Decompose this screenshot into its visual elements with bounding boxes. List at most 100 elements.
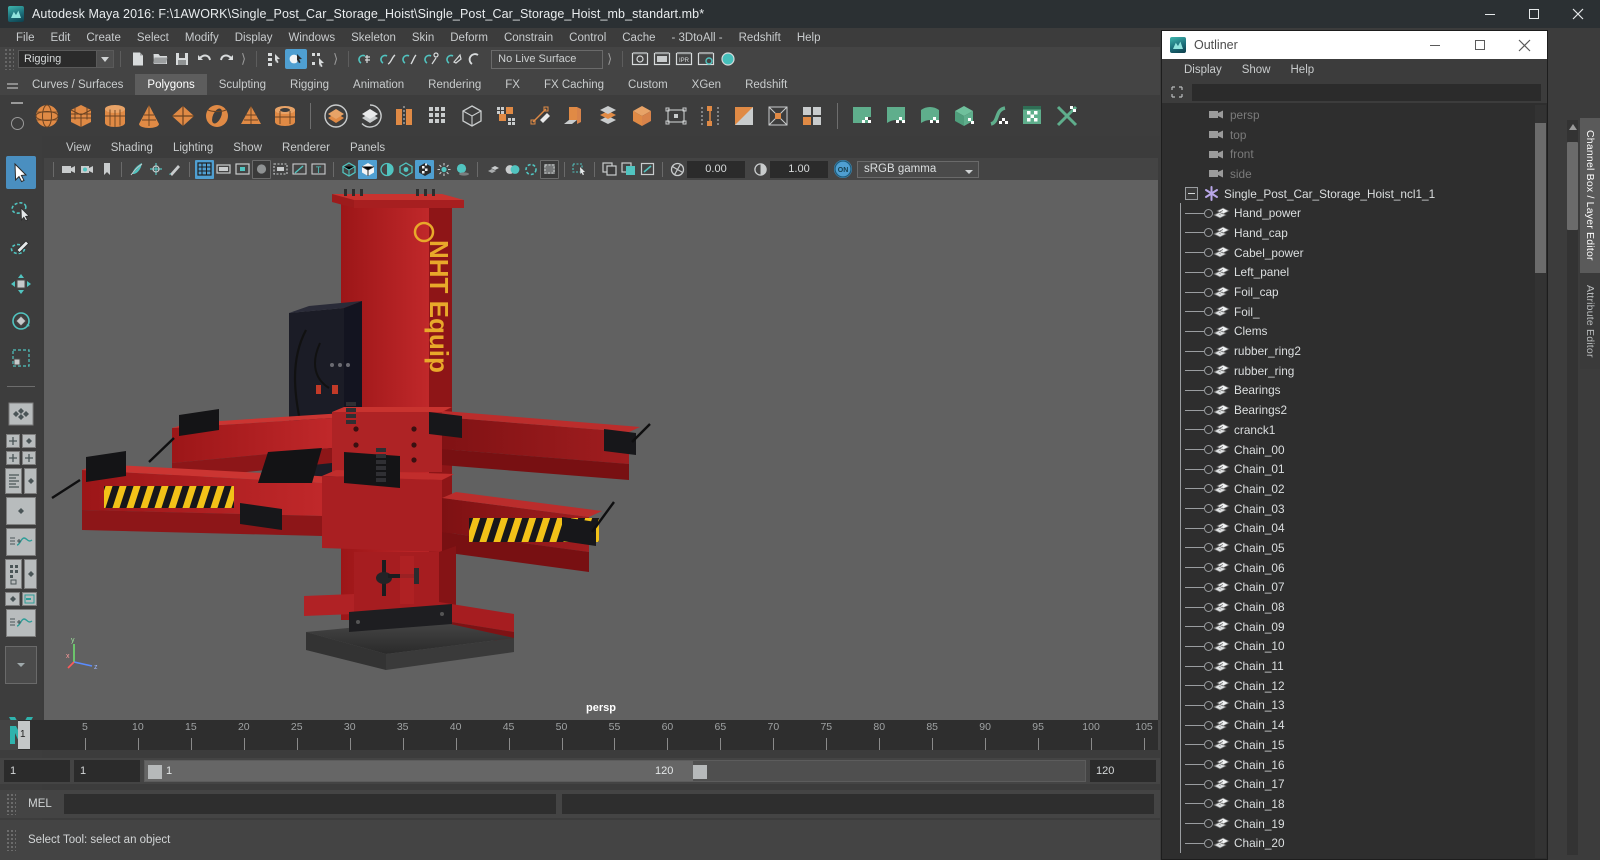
panel-copy-icon[interactable] <box>600 160 619 179</box>
xray-joints-icon[interactable] <box>290 160 309 179</box>
scale-tool-button[interactable] <box>6 341 36 374</box>
layout-more-button[interactable] <box>5 646 37 684</box>
camera-attributes-icon[interactable] <box>78 160 97 179</box>
scroll-up-icon[interactable] <box>1567 120 1578 134</box>
range-slider[interactable]: 1 120 <box>144 760 1086 782</box>
shelf-tab-rendering[interactable]: Rendering <box>416 74 494 95</box>
select-by-object-icon[interactable] <box>285 49 308 69</box>
outliner-item-front[interactable]: front <box>1163 144 1535 164</box>
undo-icon[interactable] <box>193 49 215 69</box>
outliner-item-chain_01[interactable]: Chain_01 <box>1163 459 1535 480</box>
outliner-minimize-icon[interactable] <box>1412 31 1457 59</box>
viewport-menu-renderer[interactable]: Renderer <box>272 142 340 154</box>
menu-redshift[interactable]: Redshift <box>731 28 789 47</box>
outliner-menu-display[interactable]: Display <box>1174 64 1232 76</box>
shelf-tab-fx-caching[interactable]: FX Caching <box>531 74 617 95</box>
create-poly-tool-icon[interactable] <box>523 99 557 133</box>
film-gate-icon[interactable] <box>214 160 233 179</box>
outliner-item-rubber_ring[interactable]: rubber_ring <box>1163 360 1535 381</box>
outliner-item-chain_04[interactable]: Chain_04 <box>1163 518 1535 539</box>
uv-cut-icon[interactable] <box>1050 99 1084 133</box>
menu-modify[interactable]: Modify <box>177 28 227 47</box>
select-by-component-icon[interactable] <box>307 49 329 69</box>
menu-select[interactable]: Select <box>129 28 177 47</box>
isolate-select-icon[interactable] <box>570 160 589 179</box>
outliner-item-foil_cap[interactable]: Foil_cap <box>1163 282 1535 302</box>
bookmark-icon[interactable] <box>97 160 116 179</box>
minimize-icon[interactable] <box>1468 0 1512 28</box>
outliner-item-chain_00[interactable]: Chain_00 <box>1163 439 1535 460</box>
shelf-tab-rigging[interactable]: Rigging <box>278 74 342 95</box>
chevron-down-icon[interactable] <box>96 51 113 67</box>
open-scene-icon[interactable] <box>149 49 171 69</box>
outliner-menu-show[interactable]: Show <box>1232 64 1281 76</box>
live-surface-field[interactable]: No Live Surface <box>491 49 604 69</box>
layout-preset-render-view[interactable] <box>22 592 37 606</box>
close-icon[interactable] <box>1556 0 1600 28</box>
uv-automatic-icon[interactable] <box>948 99 982 133</box>
layout-preset-graph-editor-2[interactable] <box>6 609 36 637</box>
snap-to-curve-icon[interactable] <box>377 49 399 69</box>
outliner-scrollbar[interactable] <box>1535 105 1546 858</box>
image-plane-icon[interactable] <box>127 160 146 179</box>
help-line-grip[interactable] <box>6 829 16 851</box>
menu-edit[interactable]: Edit <box>43 28 79 47</box>
outliner-item-persp[interactable]: persp <box>1163 105 1535 125</box>
poly-cube-icon[interactable] <box>64 99 98 133</box>
combine-icon[interactable] <box>387 99 421 133</box>
menu-file[interactable]: File <box>8 28 43 47</box>
depth-of-field-icon[interactable] <box>540 159 559 179</box>
outliner-item-chain_03[interactable]: Chain_03 <box>1163 498 1535 519</box>
statusline-grip[interactable] <box>4 48 14 70</box>
move-tool-button[interactable] <box>6 267 36 300</box>
layout-preset-persp-2[interactable] <box>24 559 37 589</box>
outliner-tree[interactable]: persp top front side Single_Post_Car_Storage… <box>1163 105 1535 858</box>
layout-preset-persp-3[interactable] <box>5 592 20 606</box>
playback-end-field[interactable]: 120 <box>1090 760 1156 782</box>
text-toggle-icon[interactable]: T <box>309 160 328 179</box>
layout-preset-persp[interactable] <box>24 468 37 494</box>
lasso-tool-button[interactable] <box>6 193 36 226</box>
gamma-icon[interactable] <box>751 160 770 179</box>
range-start-field[interactable]: 1 <box>4 760 70 782</box>
command-input[interactable] <box>64 794 556 814</box>
viewport-menu-panels[interactable]: Panels <box>340 142 395 154</box>
outliner-item-chain_12[interactable]: Chain_12 <box>1163 675 1535 696</box>
poly-cone-icon[interactable] <box>132 99 166 133</box>
outliner-scroll-thumb[interactable] <box>1535 123 1546 273</box>
two-d-pan-zoom-icon[interactable] <box>146 160 165 179</box>
tab-channel-box-layer-editor[interactable]: Channel Box / Layer Editor <box>1580 118 1600 273</box>
menu-set-selector[interactable]: Rigging <box>18 50 114 68</box>
command-output[interactable] <box>562 794 1154 814</box>
shelf-tab-polygons[interactable]: Polygons <box>135 74 207 95</box>
make-live-icon[interactable] <box>465 49 487 69</box>
command-language-label[interactable]: MEL <box>16 798 64 810</box>
poly-pipe-icon[interactable] <box>268 99 302 133</box>
outliner-item-chain_20[interactable]: Chain_20 <box>1163 833 1535 854</box>
current-frame-indicator[interactable]: 1 <box>18 721 30 749</box>
outliner-item-rubber_ring2[interactable]: rubber_ring2 <box>1163 341 1535 361</box>
chevron-down-icon[interactable] <box>964 167 974 179</box>
collapse-arrow-icon[interactable]: ⟩ <box>237 51 250 67</box>
uv-planar-icon[interactable] <box>846 99 880 133</box>
layout-preset-graph-editor[interactable] <box>6 528 36 556</box>
shelf-options-icon[interactable] <box>4 95 30 136</box>
outliner-item-cabel_power[interactable]: Cabel_power <box>1163 242 1535 263</box>
layout-preset-3[interactable] <box>6 451 20 465</box>
snap-to-view-plane-icon[interactable] <box>443 49 465 69</box>
dock-scrollbar[interactable] <box>1567 120 1578 855</box>
outliner-item-single_post_car_storage_hoist_ncl1_1[interactable]: Single_Post_Car_Storage_Hoist_ncl1_1 <box>1163 184 1535 204</box>
outliner-item-chain_13[interactable]: Chain_13 <box>1163 695 1535 716</box>
command-line-grip[interactable] <box>6 793 16 815</box>
ipr-render-icon[interactable]: IPR <box>673 49 695 69</box>
outliner-item-chain_06[interactable]: Chain_06 <box>1163 557 1535 578</box>
collapse-arrow-icon-3[interactable]: ⟩ <box>603 51 616 67</box>
outliner-item-chain_08[interactable]: Chain_08 <box>1163 597 1535 617</box>
append-polygon-icon[interactable] <box>693 99 727 133</box>
outliner-item-chain_17[interactable]: Chain_17 <box>1163 774 1535 795</box>
poly-sphere-icon[interactable] <box>30 99 64 133</box>
bevel-icon[interactable] <box>625 99 659 133</box>
shelf-tab-curves-surfaces[interactable]: Curves / Surfaces <box>20 74 136 95</box>
hardware-texturing-icon[interactable] <box>396 160 415 179</box>
save-scene-icon[interactable] <box>171 49 193 69</box>
